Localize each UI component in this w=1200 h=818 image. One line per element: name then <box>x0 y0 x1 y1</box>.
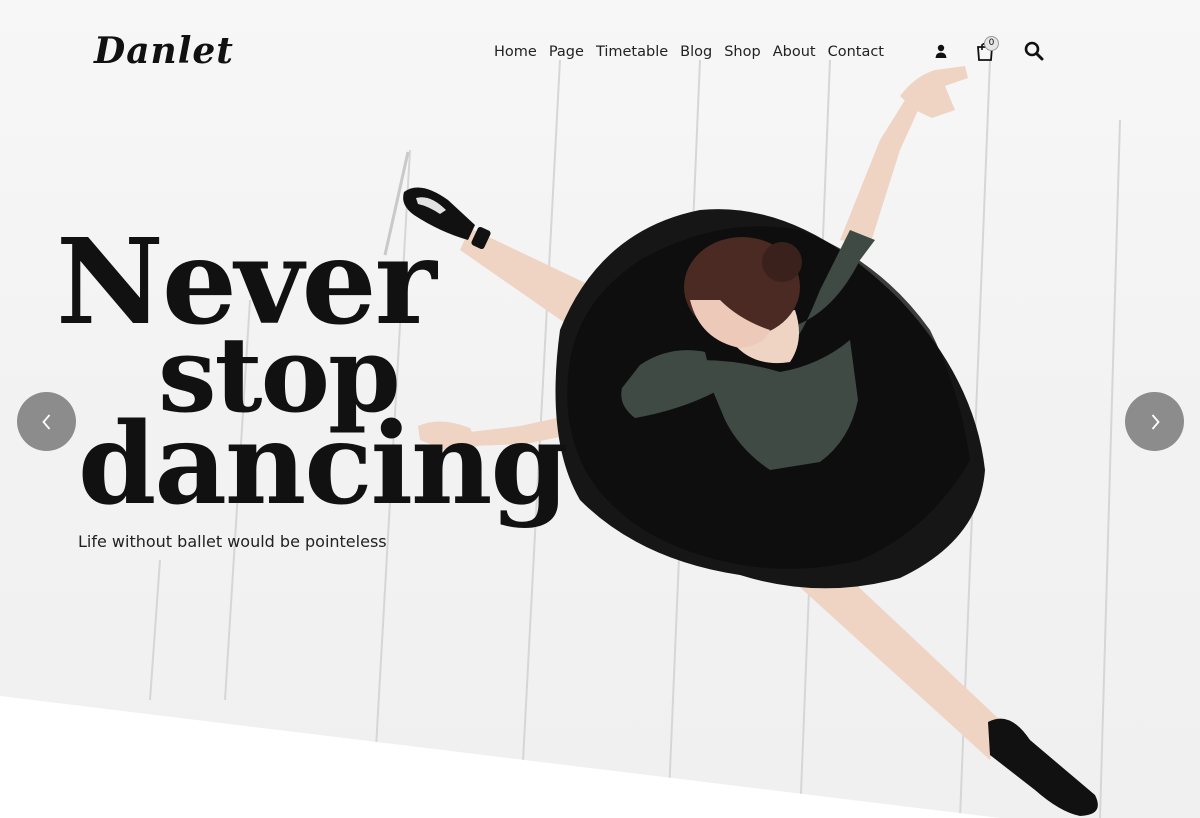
chevron-left-icon <box>41 413 50 430</box>
nav-item-home[interactable]: Home <box>488 40 543 64</box>
nav-item-about[interactable]: About <box>767 40 822 64</box>
nav-item-timetable[interactable]: Timetable <box>590 40 674 64</box>
nav-item-page[interactable]: Page <box>543 40 590 64</box>
slider-next-button[interactable] <box>1125 392 1184 451</box>
slider-prev-button[interactable] <box>17 392 76 451</box>
main-nav: Home Page Timetable Blog Shop About Cont… <box>488 40 890 64</box>
search-icon[interactable] <box>1022 38 1046 64</box>
headline-line-3: dancing <box>78 399 569 531</box>
chevron-right-icon <box>1151 413 1160 430</box>
cart-count-badge: 0 <box>984 36 999 51</box>
site-logo[interactable]: Danlet <box>94 30 234 78</box>
header-icons: 0 <box>930 36 1046 64</box>
cart-button[interactable]: 0 <box>972 36 999 64</box>
hero-headline: Never stop dancing <box>48 222 569 531</box>
hero-tagline: Life without ballet would be pointeless <box>78 532 387 551</box>
nav-item-contact[interactable]: Contact <box>822 40 890 64</box>
nav-item-shop[interactable]: Shop <box>718 40 766 64</box>
user-icon[interactable] <box>930 38 952 64</box>
nav-item-blog[interactable]: Blog <box>674 40 718 64</box>
